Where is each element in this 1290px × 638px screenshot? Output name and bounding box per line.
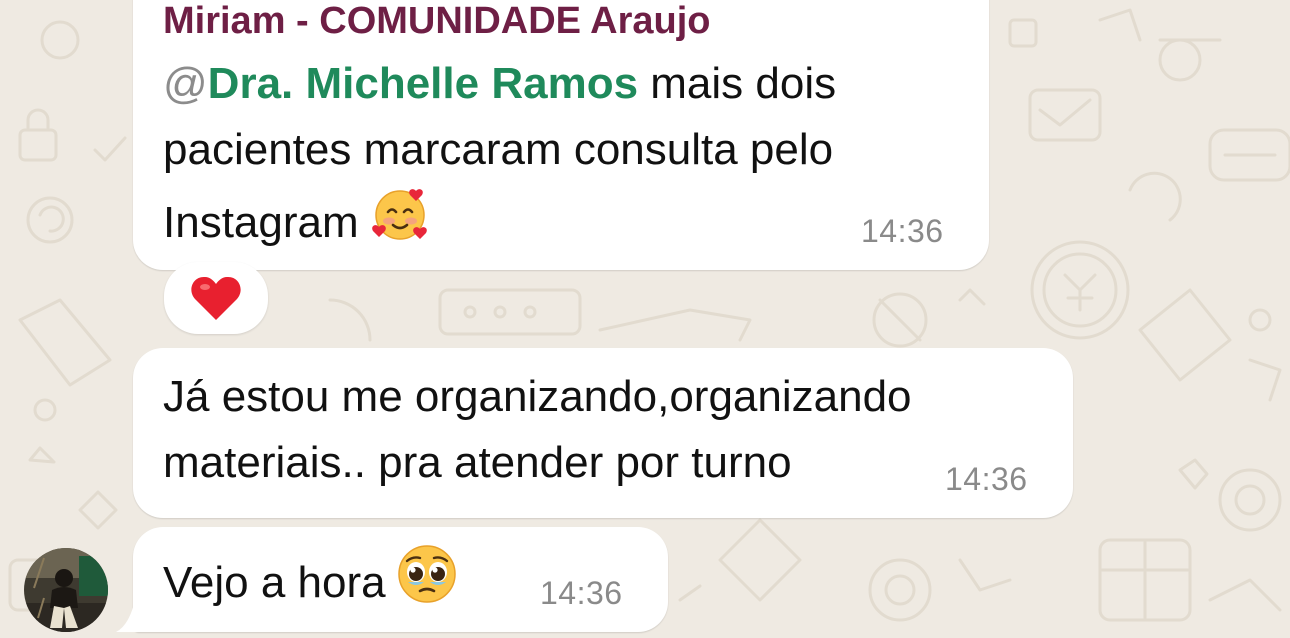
message-text: Instagram — [163, 198, 359, 247]
mention-at-sign: @ — [163, 59, 208, 108]
message-text: Vejo a hora — [163, 558, 386, 607]
sender-name[interactable]: Miriam - COMUNIDADE Araujo — [163, 0, 711, 43]
message-bubble-2[interactable]: Já estou me organizando,organizando mate… — [133, 348, 1073, 518]
red-heart-icon — [190, 274, 242, 327]
message-line: Já estou me organizando,organizando — [163, 372, 912, 421]
message-line: materiais.. pra atender por turno — [163, 438, 792, 487]
message-line: @Dra. Michelle Ramos mais dois — [163, 51, 836, 117]
bubble-tail — [116, 604, 144, 632]
message-timestamp: 14:36 — [861, 213, 944, 249]
message-line: Vejo a hora — [163, 543, 458, 624]
message-bubble-1[interactable]: Miriam - COMUNIDADE Araujo @Dra. Michell… — [133, 0, 989, 270]
message-text: mais dois — [638, 59, 837, 108]
mention-link[interactable]: Dra. Michelle Ramos — [208, 59, 638, 108]
smiling-face-with-hearts-icon — [369, 183, 431, 264]
message-timestamp: 14:36 — [945, 461, 1028, 497]
sender-avatar[interactable] — [24, 548, 108, 632]
message-line: pacientes marcaram consulta pelo — [163, 125, 834, 174]
reaction-badge[interactable] — [164, 262, 268, 334]
pleading-face-icon — [396, 543, 458, 624]
message-bubble-3[interactable]: Vejo a hora 14:36 — [133, 527, 668, 632]
message-timestamp: 14:36 — [540, 575, 623, 611]
message-line: Instagram — [163, 183, 431, 264]
